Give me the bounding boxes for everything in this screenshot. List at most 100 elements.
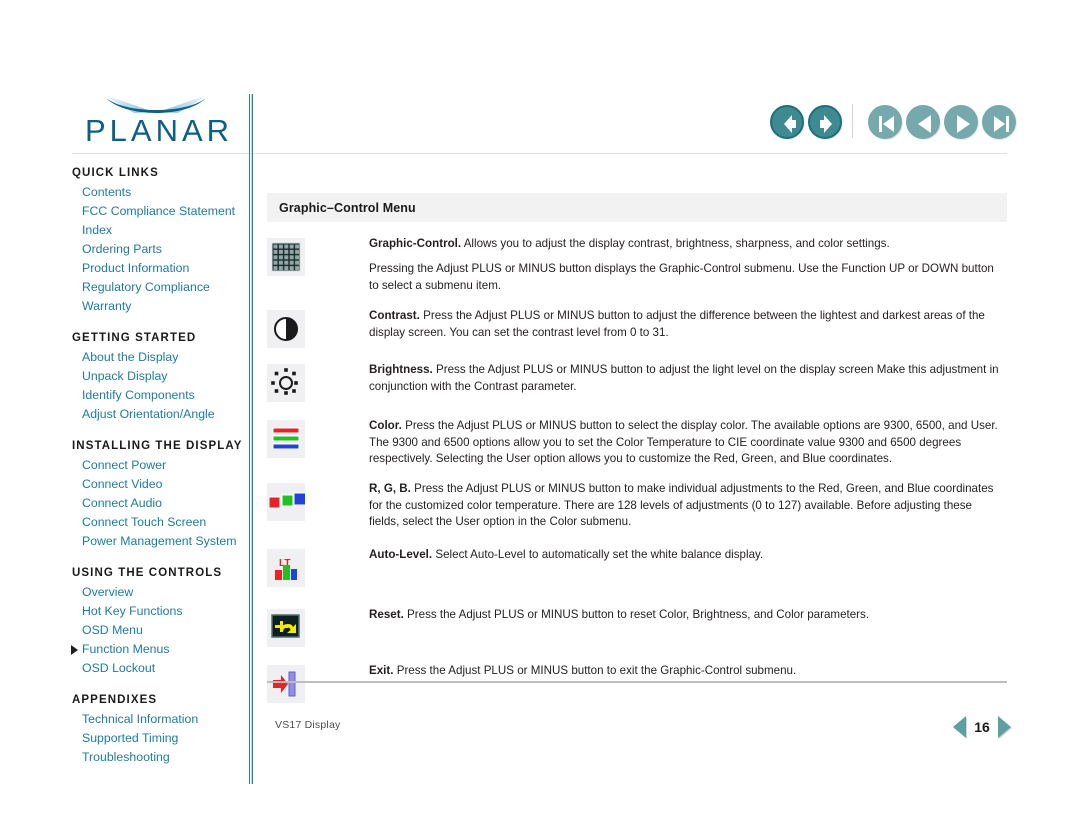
menu-entry-term: Color.: [369, 419, 402, 433]
sidebar-item-osd-lockout[interactable]: OSD Lockout: [72, 659, 244, 678]
sidebar-item-osd-menu[interactable]: OSD Menu: [72, 621, 244, 640]
menu-entry-description: Press the Adjust PLUS or MINUS button to…: [369, 419, 998, 466]
sidebar-heading: USING THE CONTROLS: [72, 567, 223, 579]
sidebar-item-label: Overview: [82, 585, 134, 599]
menu-entry-term: Brightness.: [369, 363, 433, 377]
sidebar-item-function-menus[interactable]: Function Menus: [71, 640, 244, 659]
menu-entry: R, G, B. Press the Adjust PLUS or MINUS …: [267, 481, 1007, 530]
sidebar-item-label: Ordering Parts: [82, 242, 162, 256]
sidebar-item-unpack-display[interactable]: Unpack Display: [72, 367, 244, 386]
menu-entry-text-cell: Color. Press the Adjust PLUS or MINUS bu…: [369, 418, 1007, 467]
sidebar-item-connect-touch-screen[interactable]: Connect Touch Screen: [72, 513, 244, 532]
menu-entry-description: Press the Adjust PLUS or MINUS button to…: [393, 663, 797, 677]
sidebar-item-label: Product Information: [82, 261, 190, 275]
menu-entry: Graphic-Control. Allows you to adjust th…: [267, 236, 1007, 294]
menu-entry-description: Press the Adjust PLUS or MINUS button to…: [403, 607, 870, 621]
footer-divider: [267, 681, 1007, 683]
menu-entry-term: R, G, B.: [369, 482, 411, 496]
sidebar-heading: GETTING STARTED: [72, 332, 197, 344]
exit-door-arrow-icon: [267, 664, 305, 703]
menu-entry-paragraph: Reset. Press the Adjust PLUS or MINUS bu…: [369, 607, 1005, 623]
contrast-half-circle-icon: [267, 310, 305, 349]
rgb-squares-icon: [267, 483, 307, 522]
menu-entry-icon-cell: [267, 481, 369, 522]
menu-entry-text-cell: Graphic-Control. Allows you to adjust th…: [369, 236, 1007, 294]
sidebar-item-overview[interactable]: Overview: [72, 583, 244, 602]
sidebar-item-power-management-system[interactable]: Power Management System: [72, 532, 244, 551]
section-title-bar: Graphic–Control Menu: [267, 193, 1007, 222]
history-nav-group: [770, 103, 846, 141]
sidebar-heading: INSTALLING THE DISPLAY: [72, 440, 243, 452]
sidebar-heading: QUICK LINKS: [72, 167, 159, 179]
sidebar-item-hot-key-functions[interactable]: Hot Key Functions: [72, 602, 244, 621]
pagination-nav-group: [868, 103, 1020, 141]
sidebar-item-technical-information[interactable]: Technical Information: [72, 710, 244, 729]
last-page-button[interactable]: [982, 105, 1016, 139]
sidebar-item-label: Regulatory Compliance: [82, 280, 210, 294]
sidebar-item-regulatory-compliance[interactable]: Regulatory Compliance: [72, 278, 244, 297]
menu-entry-list: Graphic-Control. Allows you to adjust th…: [267, 236, 1007, 703]
sidebar-item-label: OSD Menu: [82, 623, 143, 637]
next-page-button[interactable]: [944, 105, 978, 139]
sidebar-item-connect-power[interactable]: Connect Power: [72, 456, 244, 475]
planar-logo: PLANAR: [72, 92, 242, 154]
sidebar-item-label: Connect Video: [82, 477, 163, 491]
pager-prev-icon[interactable]: [953, 716, 966, 738]
menu-entry-paragraph: R, G, B. Press the Adjust PLUS or MINUS …: [369, 481, 1005, 530]
menu-entry-text-cell: Reset. Press the Adjust PLUS or MINUS bu…: [369, 607, 1007, 623]
sidebar-item-index[interactable]: Index: [72, 221, 244, 240]
header-divider: [72, 153, 1007, 154]
menu-entry-description: Press the Adjust PLUS or MINUS button to…: [369, 363, 999, 393]
sidebar-heading: APPENDIXES: [72, 694, 158, 706]
menu-entry-icon-cell: [267, 418, 369, 459]
sidebar-item-adjust-orientation-angle[interactable]: Adjust Orientation/Angle: [72, 405, 244, 424]
menu-entry-icon-cell: [267, 362, 369, 403]
menu-entry-paragraph: Color. Press the Adjust PLUS or MINUS bu…: [369, 418, 1005, 467]
manual-page: PLANAR QUICK LINKS Contents FCC Complian…: [0, 0, 1080, 834]
sidebar-item-label: FCC Compliance Statement: [82, 204, 236, 218]
menu-entry-paragraph: Contrast. Press the Adjust PLUS or MINUS…: [369, 308, 1005, 341]
menu-entry-term: Graphic-Control.: [369, 237, 462, 250]
menu-entry: Color. Press the Adjust PLUS or MINUS bu…: [267, 418, 1007, 467]
menu-entry-description: Select Auto-Level to automatically set t…: [432, 547, 764, 561]
pager-next-icon[interactable]: [998, 716, 1011, 738]
sidebar-item-ordering-parts[interactable]: Ordering Parts: [72, 240, 244, 259]
sidebar-item-about-the-display[interactable]: About the Display: [72, 348, 244, 367]
sidebar-item-label: Identify Components: [82, 388, 195, 402]
sidebar-item-product-information[interactable]: Product Information: [72, 259, 244, 278]
menu-entry-term: Exit.: [369, 663, 394, 677]
page-pager: 16: [953, 713, 1011, 741]
sidebar-item-label: Warranty: [82, 299, 132, 313]
sidebar-item-supported-timing[interactable]: Supported Timing: [72, 729, 244, 748]
menu-entry-paragraph: Graphic-Control. Allows you to adjust th…: [369, 236, 1005, 252]
sidebar-item-label: Supported Timing: [82, 731, 179, 745]
menu-entry-paragraph: Exit. Press the Adjust PLUS or MINUS but…: [369, 663, 1005, 679]
planar-wordmark: PLANAR: [84, 113, 234, 148]
page-title: Graphic–Control Menu: [279, 200, 416, 215]
menu-entry: Reset. Press the Adjust PLUS or MINUS bu…: [267, 607, 1007, 647]
sidebar-item-identify-components[interactable]: Identify Components: [72, 386, 244, 405]
back-button[interactable]: [770, 105, 804, 139]
forward-button[interactable]: [808, 105, 842, 139]
sidebar-item-label: Hot Key Functions: [82, 604, 183, 618]
sidebar-item-warranty[interactable]: Warranty: [72, 297, 244, 316]
sidebar-item-label: Troubleshooting: [82, 750, 170, 764]
menu-entry-description: Allows you to adjust the display contras…: [461, 237, 890, 250]
sidebar-item-fcc-compliance-statement[interactable]: FCC Compliance Statement: [72, 202, 244, 221]
menu-entry-text-cell: Exit. Press the Adjust PLUS or MINUS but…: [369, 663, 1007, 679]
sidebar-item-label: OSD Lockout: [82, 661, 156, 675]
previous-page-button[interactable]: [906, 105, 940, 139]
menu-entry-description: Press the Adjust PLUS or MINUS button to…: [369, 482, 994, 529]
menu-entry-text-cell: Auto-Level. Select Auto-Level to automat…: [369, 547, 1007, 563]
sidebar-item-connect-audio[interactable]: Connect Audio: [72, 494, 244, 513]
sidebar-content-divider: [249, 94, 254, 784]
page-number: 16: [974, 719, 990, 735]
first-page-button[interactable]: [868, 105, 902, 139]
sidebar-item-connect-video[interactable]: Connect Video: [72, 475, 244, 494]
menu-entry-icon-cell: LT: [267, 547, 369, 587]
sidebar-item-label: Unpack Display: [82, 369, 168, 383]
sidebar-item-contents[interactable]: Contents: [72, 183, 244, 202]
main-content: Graphic–Control Menu Graphic-Control. Al…: [267, 193, 1007, 703]
current-page-marker-icon: [71, 645, 78, 655]
sidebar-item-troubleshooting[interactable]: Troubleshooting: [72, 748, 244, 767]
